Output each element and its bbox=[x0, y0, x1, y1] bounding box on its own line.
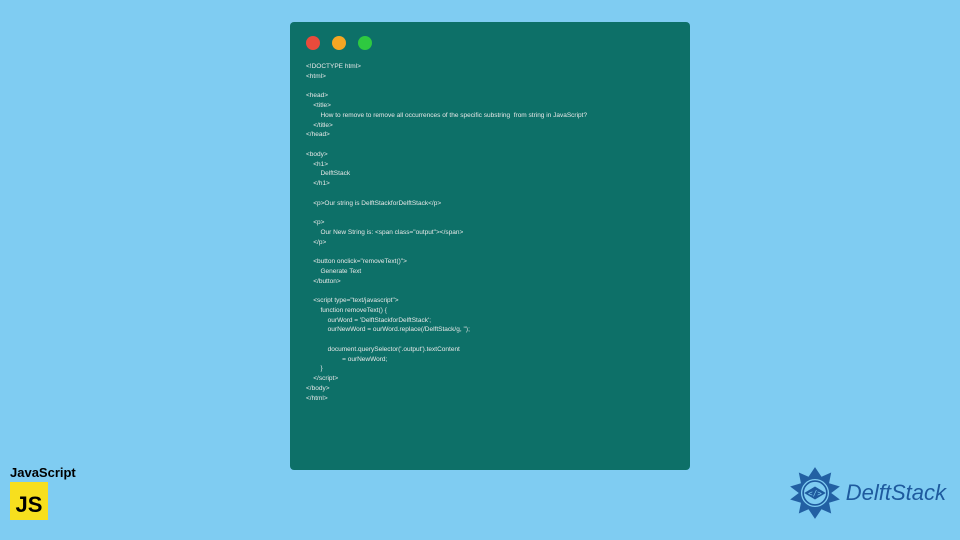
code-window: <!DOCTYPE html> <html> <head> <title> Ho… bbox=[290, 22, 690, 470]
minimize-icon[interactable] bbox=[332, 36, 346, 50]
delftstack-brand-text: DelftStack bbox=[846, 480, 946, 506]
delftstack-logo: </> DelftStack bbox=[788, 466, 946, 520]
javascript-logo-icon: JS bbox=[10, 482, 48, 520]
delftstack-emblem-icon: </> bbox=[788, 466, 842, 520]
window-controls bbox=[306, 36, 674, 50]
maximize-icon[interactable] bbox=[358, 36, 372, 50]
javascript-badge: JavaScript JS bbox=[10, 465, 76, 520]
svg-text:</>: </> bbox=[808, 489, 822, 498]
javascript-label: JavaScript bbox=[10, 465, 76, 480]
code-content: <!DOCTYPE html> <html> <head> <title> Ho… bbox=[306, 62, 674, 403]
close-icon[interactable] bbox=[306, 36, 320, 50]
